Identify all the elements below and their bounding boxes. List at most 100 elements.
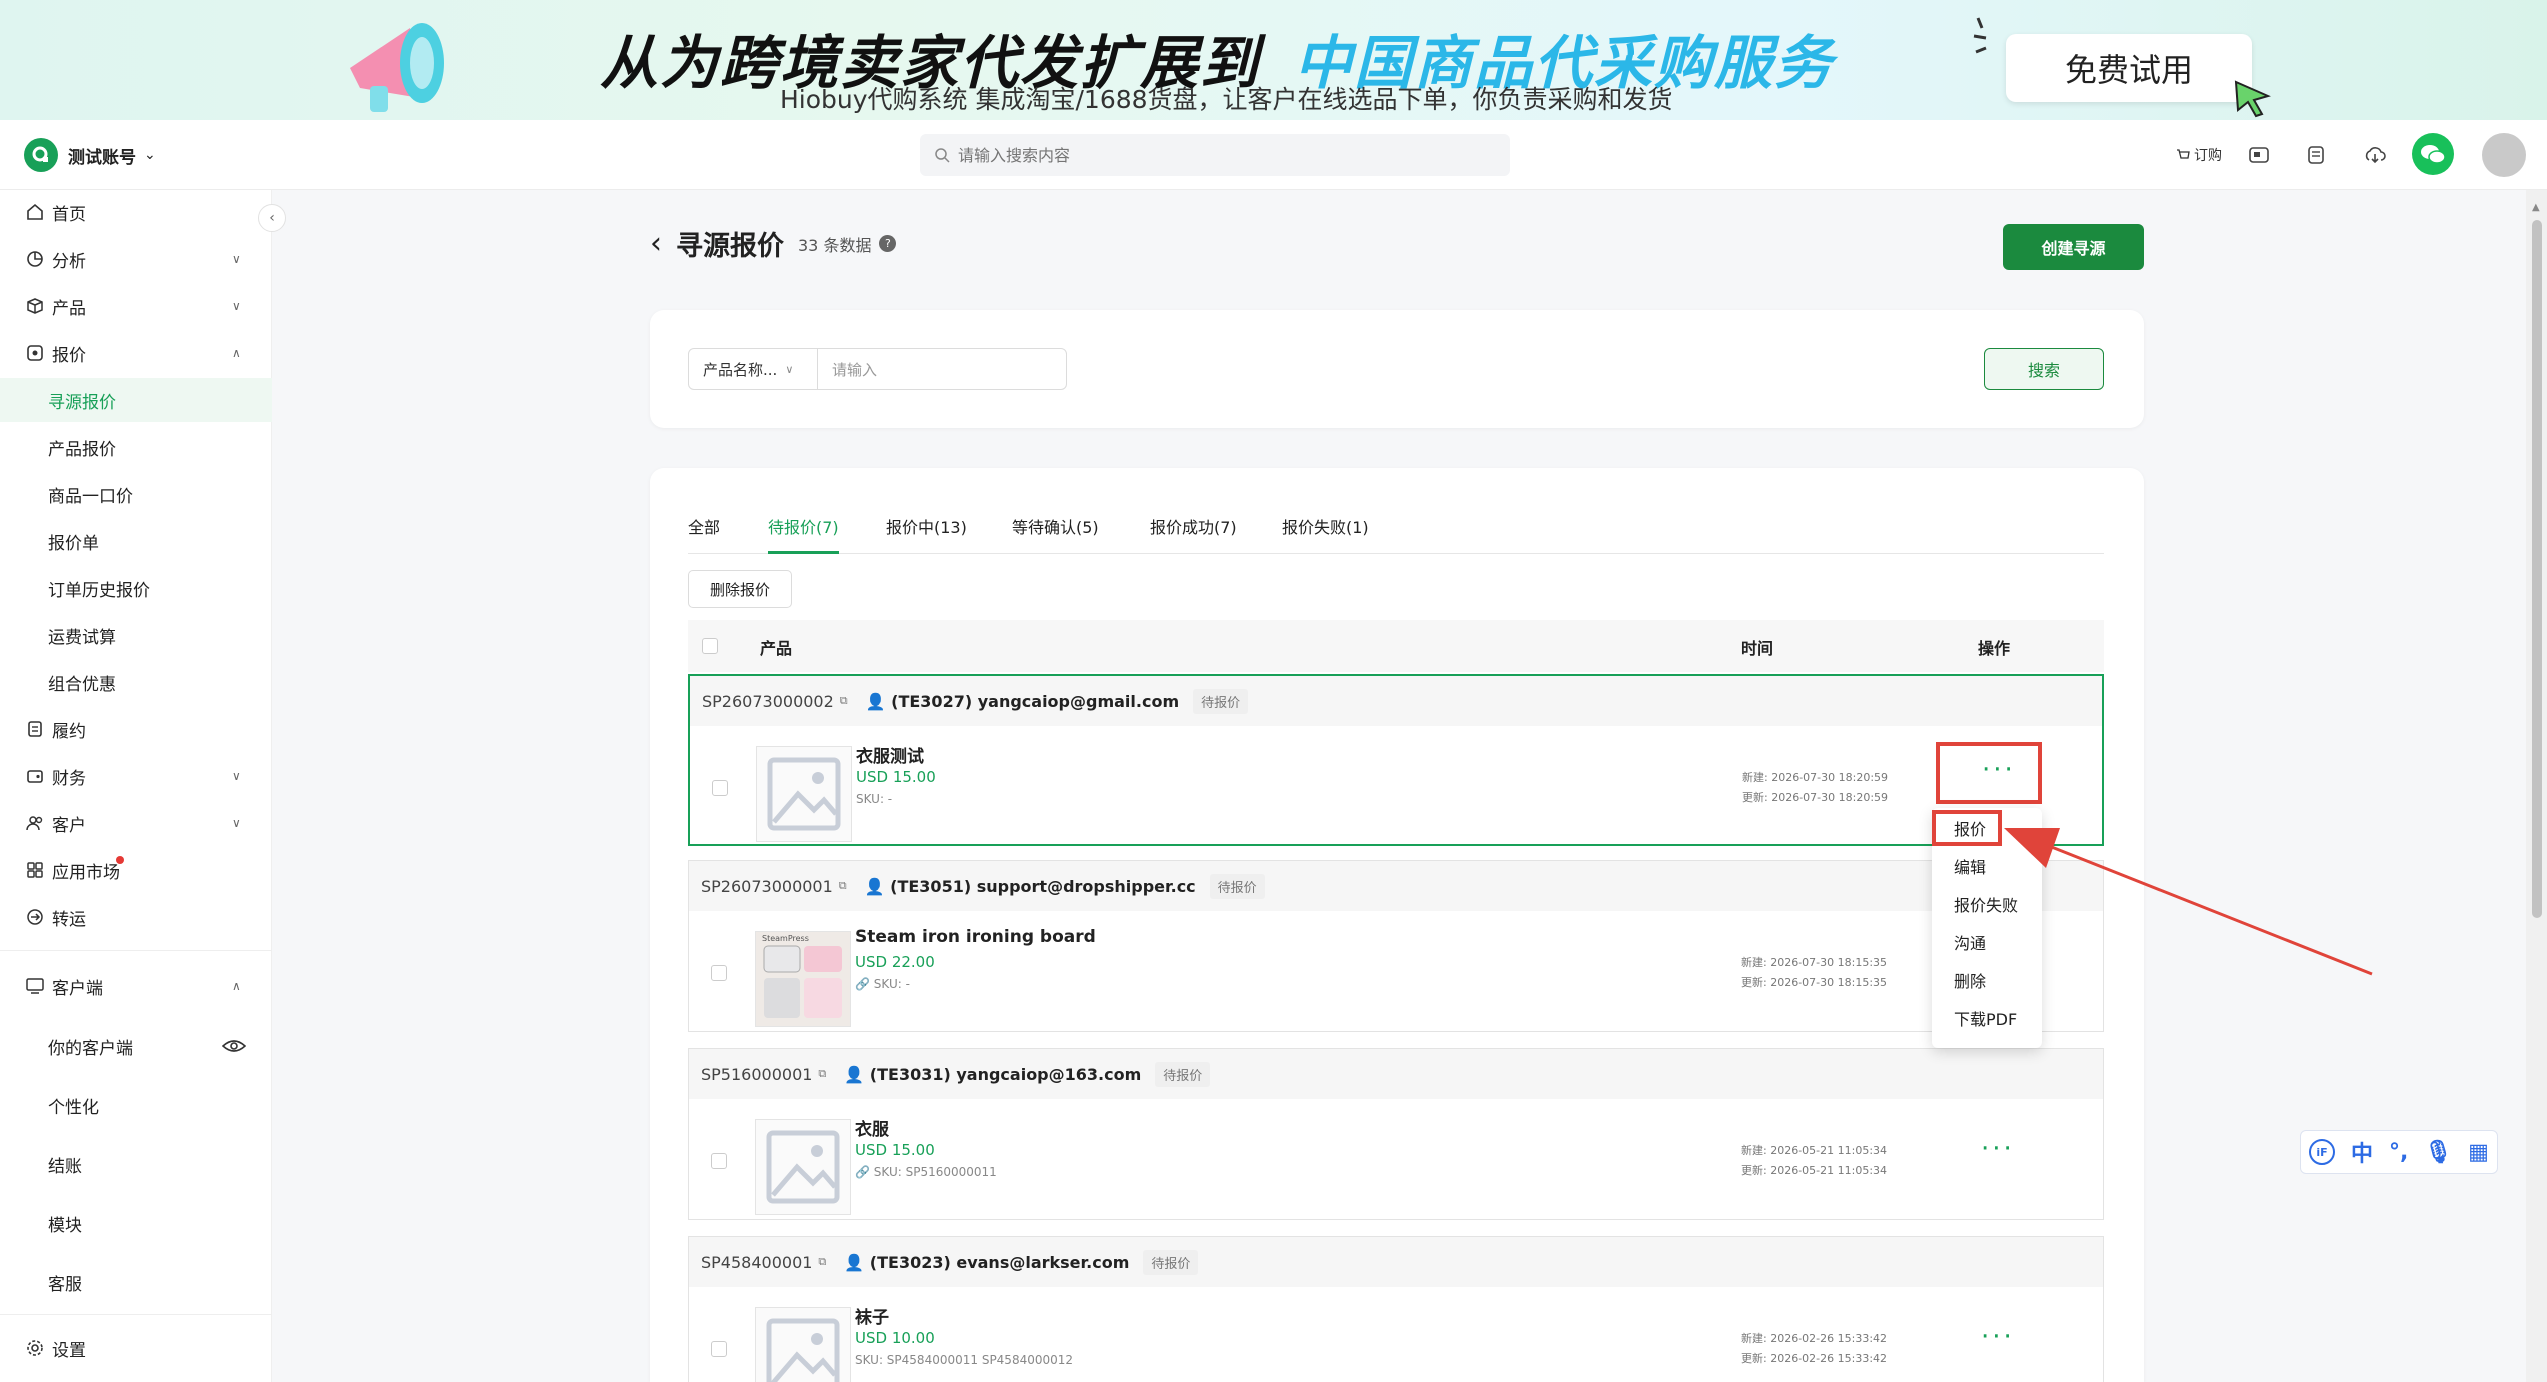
sidebar-item-fulfillment[interactable]: 履约 bbox=[0, 707, 272, 751]
scrollbar-thumb[interactable] bbox=[2532, 220, 2542, 918]
filter-input[interactable]: 请输入 bbox=[817, 348, 1067, 390]
sidebar-item-shipping-estimate[interactable]: 运费试算 bbox=[0, 613, 272, 657]
sidebar-item-fixed-price[interactable]: 商品一口价 bbox=[0, 472, 272, 516]
cloud-download-icon[interactable] bbox=[2364, 142, 2386, 168]
free-trial-button[interactable]: 免费试用 bbox=[2006, 34, 2252, 102]
order-customer-text: (TE3031) yangcaiop@163.com bbox=[869, 1064, 1142, 1084]
delete-quote-button[interactable]: 删除报价 bbox=[688, 570, 792, 608]
row-checkbox[interactable] bbox=[712, 780, 728, 796]
tab-pending-quote[interactable]: 待报价(7) bbox=[768, 514, 839, 554]
menu-item-edit[interactable]: 编辑 bbox=[1954, 854, 1986, 878]
eye-icon[interactable] bbox=[222, 1038, 246, 1054]
global-search[interactable] bbox=[920, 134, 1510, 176]
table-row[interactable]: SP458400001 ⧉ 👤 (TE3023) evans@larkser.c… bbox=[688, 1236, 2104, 1382]
sidebar-item-label: 寻源报价 bbox=[48, 392, 116, 413]
table-row[interactable]: SP516000001 ⧉ 👤 (TE3031) yangcaiop@163.c… bbox=[688, 1048, 2104, 1220]
select-all-checkbox[interactable] bbox=[702, 638, 718, 654]
sidebar-item-sourcing-quotes[interactable]: 寻源报价 bbox=[0, 378, 272, 422]
sidebar-item-transship[interactable]: 转运 bbox=[0, 895, 272, 939]
updated-time: 更新: 2026-07-30 18:20:59 bbox=[1742, 791, 1889, 804]
punctuation-icon[interactable]: °, bbox=[2389, 1140, 2408, 1165]
sidebar-item-client-portal[interactable]: 客户端 ∧ bbox=[0, 964, 272, 1008]
row-checkbox[interactable] bbox=[711, 1341, 727, 1357]
collapse-sidebar-button[interactable]: ‹ bbox=[258, 204, 286, 232]
quote-list-panel: 全部 待报价(7) 报价中(13) 等待确认(5) 报价成功(7) 报价失败(1… bbox=[650, 468, 2144, 1382]
sidebar-item-quote-sheet[interactable]: 报价单 bbox=[0, 519, 272, 563]
order-customer-text: (TE3023) evans@larkser.com bbox=[869, 1252, 1130, 1272]
updated-time: 更新: 2026-05-21 11:05:34 bbox=[1741, 1164, 1888, 1177]
chevron-up-icon: ∧ bbox=[232, 346, 241, 360]
settings-icon bbox=[27, 1340, 43, 1356]
filter-field-select[interactable]: 产品名称... ∨ bbox=[688, 348, 818, 390]
sidebar-item-products[interactable]: 产品 ∨ bbox=[0, 284, 272, 328]
table-row[interactable]: SP26073000002 ⧉ 👤 (TE3027) yangcaiop@gma… bbox=[688, 674, 2104, 846]
sidebar-item-checkout[interactable]: 结账 bbox=[0, 1142, 272, 1186]
tab-quote-success[interactable]: 报价成功(7) bbox=[1150, 514, 1237, 554]
sidebar-item-settings[interactable]: 设置 bbox=[0, 1326, 272, 1370]
microphone-icon[interactable]: 🎙 bbox=[2424, 1140, 2452, 1165]
tab-quote-failed[interactable]: 报价失败(1) bbox=[1282, 514, 1369, 554]
row-checkbox[interactable] bbox=[711, 965, 727, 981]
sidebar-item-analytics[interactable]: 分析 ∨ bbox=[0, 237, 272, 281]
product-name[interactable]: 衣服 bbox=[855, 1115, 889, 1140]
sidebar-item-bundle-discounts[interactable]: 组合优惠 bbox=[0, 660, 272, 704]
product-name[interactable]: 袜子 bbox=[855, 1303, 889, 1328]
order-customer: 👤 (TE3051) support@dropshipper.cc bbox=[864, 876, 1196, 896]
tab-quoting[interactable]: 报价中(13) bbox=[886, 514, 967, 554]
sidebar-item-product-quotes[interactable]: 产品报价 bbox=[0, 425, 272, 469]
more-actions-icon[interactable]: ··· bbox=[1981, 1324, 2015, 1350]
promo-banner[interactable]: 从为跨境卖家代发扩展到 中国商品代采购服务 Hiobuy代购系统 集成淘宝/168… bbox=[0, 0, 2547, 120]
ifly-logo-icon[interactable]: iF bbox=[2308, 1139, 2335, 1165]
tab-all[interactable]: 全部 bbox=[688, 514, 720, 554]
sidebar-item-support[interactable]: 客服 bbox=[0, 1260, 272, 1304]
user-avatar[interactable] bbox=[2482, 133, 2526, 177]
order-id: SP458400001 bbox=[701, 1252, 813, 1272]
product-name[interactable]: 衣服测试 bbox=[856, 742, 924, 767]
copy-icon[interactable]: ⧉ bbox=[839, 879, 847, 893]
billing-icon[interactable] bbox=[2248, 142, 2270, 168]
back-arrow-icon[interactable]: ‹ bbox=[650, 226, 662, 261]
copy-icon[interactable]: ⧉ bbox=[840, 694, 848, 708]
menu-item-download-pdf[interactable]: 下载PDF bbox=[1954, 1006, 2017, 1030]
wechat-icon[interactable] bbox=[2412, 133, 2454, 175]
product-name[interactable]: Steam iron ironing board bbox=[855, 927, 1096, 947]
product-sku: SKU: - bbox=[856, 792, 893, 806]
help-icon[interactable]: ? bbox=[879, 235, 897, 252]
sidebar-item-modules[interactable]: 模块 bbox=[0, 1201, 272, 1245]
sidebar-item-finance[interactable]: 财务 ∨ bbox=[0, 754, 272, 798]
document-icon[interactable] bbox=[2306, 142, 2326, 168]
more-actions-icon[interactable]: ··· bbox=[1981, 1136, 2015, 1162]
menu-item-communicate[interactable]: 沟通 bbox=[1954, 930, 1986, 954]
menu-item-delete[interactable]: 删除 bbox=[1954, 968, 1986, 992]
sidebar-item-app-market[interactable]: 应用市场 bbox=[0, 848, 272, 892]
copy-icon[interactable]: ⧉ bbox=[818, 1067, 826, 1081]
order-customer: 👤 (TE3027) yangcaiop@gmail.com bbox=[865, 691, 1180, 711]
sidebar-item-your-portal[interactable]: 你的客户端 bbox=[0, 1024, 272, 1068]
product-price: USD 15.00 bbox=[855, 1141, 935, 1159]
row-checkbox[interactable] bbox=[711, 1153, 727, 1169]
copy-icon[interactable]: ⧉ bbox=[818, 1255, 826, 1269]
search-button[interactable]: 搜索 bbox=[1984, 348, 2104, 390]
sidebar-item-customers[interactable]: 客户 ∨ bbox=[0, 801, 272, 845]
sidebar-item-home[interactable]: 首页 bbox=[0, 190, 272, 234]
search-input[interactable] bbox=[958, 145, 1478, 165]
image-placeholder-icon bbox=[756, 746, 852, 842]
cart-icon bbox=[2177, 149, 2190, 159]
chinese-mode-icon[interactable]: 中 bbox=[2351, 1136, 2373, 1168]
scroll-up-icon[interactable]: ▲ bbox=[2532, 202, 2540, 213]
sidebar-item-personalize[interactable]: 个性化 bbox=[0, 1083, 272, 1127]
sidebar-item-quotes[interactable]: 报价 ∧ bbox=[0, 331, 272, 375]
annotation-highlight-box bbox=[1936, 742, 2042, 804]
product-sku-text: SKU: SP5160000011 bbox=[873, 1165, 997, 1179]
fulfill-icon bbox=[28, 721, 42, 737]
create-sourcing-button[interactable]: 创建寻源 bbox=[2003, 224, 2144, 270]
table-row[interactable]: SP26073000001 ⧉ 👤 (TE3051) support@drops… bbox=[688, 860, 2104, 1032]
filter-field-value: 产品名称... bbox=[703, 360, 778, 379]
subscribe-link[interactable]: 订购 bbox=[2176, 142, 2222, 168]
apps-grid-icon[interactable]: ▦ bbox=[2468, 1140, 2489, 1165]
sidebar-item-order-history-quotes[interactable]: 订单历史报价 bbox=[0, 566, 272, 610]
account-switcher[interactable]: 测试账号 ⌄ bbox=[24, 138, 156, 172]
page-scrollbar[interactable]: ▲ bbox=[2526, 190, 2547, 1382]
sidebar-item-label: 客服 bbox=[48, 1274, 82, 1295]
tab-awaiting-confirm[interactable]: 等待确认(5) bbox=[1012, 514, 1099, 554]
